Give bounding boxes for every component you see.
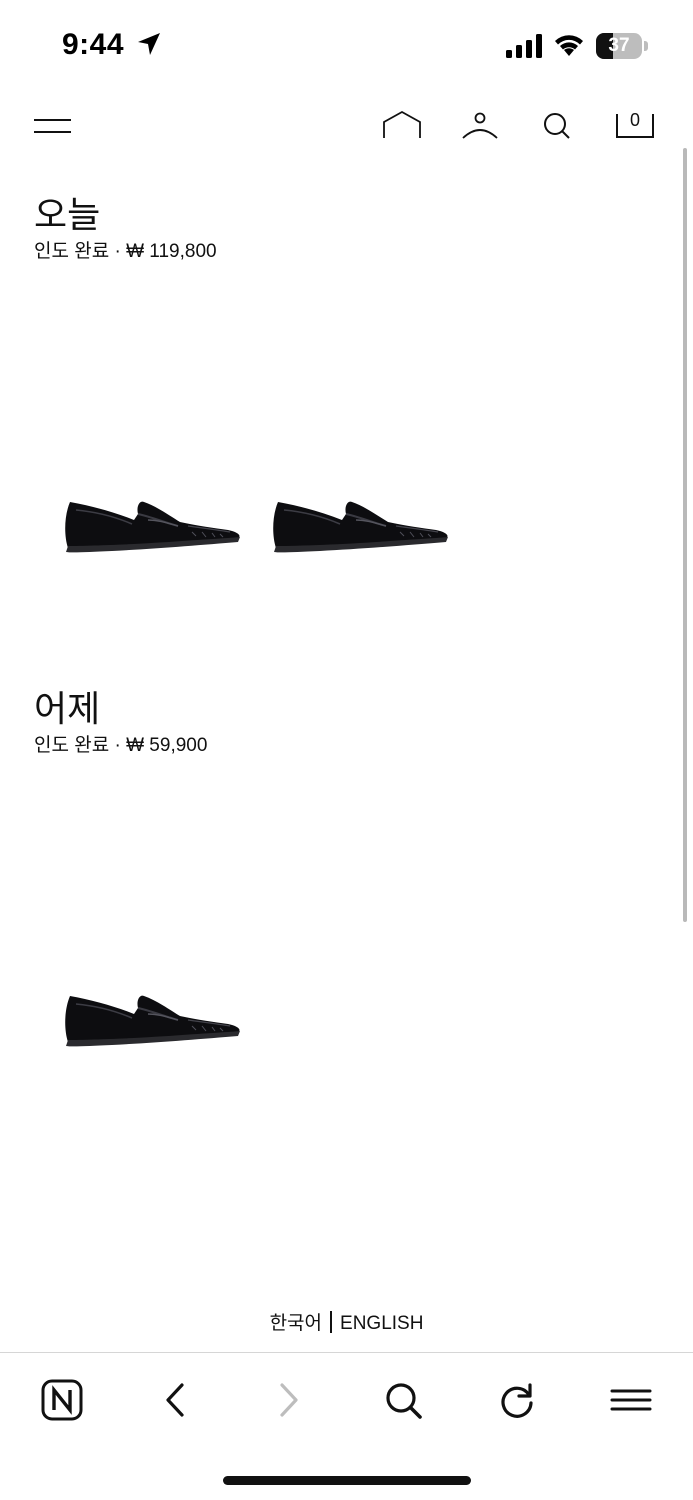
home-icon [383,110,421,138]
language-korean-link[interactable]: 한국어 [270,1313,322,1334]
language-switch: 한국어 ENGLISH [0,1308,693,1335]
search-icon [544,113,570,139]
browser-search-button[interactable] [380,1377,426,1423]
cart-button[interactable]: 0 [616,108,656,140]
status-bar: 9:44 37 [0,0,693,92]
order-status: 인도 완료 [34,241,110,262]
scrollbar-thumb[interactable] [683,148,687,922]
naver-home-button[interactable] [39,1377,85,1423]
language-divider [330,1311,333,1333]
order-meta: 인도 완료 · ₩ 59,900 [34,734,654,758]
back-arrow-icon [166,1383,184,1417]
home-button[interactable] [382,110,422,140]
forward-button[interactable] [266,1377,312,1423]
product-thumbnail-loafer[interactable] [260,476,456,556]
order-date-title: 어제 [34,688,101,729]
order-date-title: 오늘 [34,194,101,235]
order-price: ₩ 59,900 [126,735,208,756]
language-english-link[interactable]: ENGLISH [340,1313,423,1334]
home-indicator [223,1476,471,1485]
order-status: 인도 완료 [34,735,110,756]
browser-menu-button[interactable] [608,1377,654,1423]
battery-icon: 37 [596,33,648,59]
order-group-today: 오늘 인도 완료 · ₩ 119,800 [34,194,654,264]
wifi-icon [555,35,583,56]
account-icon [462,112,498,139]
location-arrow-icon [138,33,160,55]
forward-arrow-icon [280,1383,298,1417]
meta-separator: · [114,735,121,756]
meta-separator: · [114,241,121,262]
browser-toolbar [0,1352,693,1452]
product-thumbnail-loafer[interactable] [52,970,248,1050]
reload-button[interactable] [494,1377,540,1423]
back-button[interactable] [152,1377,198,1423]
naver-n-icon [41,1379,83,1421]
product-thumbnail-loafer[interactable] [52,476,248,556]
hamburger-menu-icon [34,119,71,133]
search-button[interactable] [540,110,574,142]
order-meta: 인도 완료 · ₩ 119,800 [34,240,654,264]
reload-icon [501,1383,533,1418]
account-button[interactable] [460,110,500,142]
cellular-signal-icon [506,34,542,58]
status-time: 9:44 [62,28,125,61]
site-header: 0 [0,100,693,152]
menu-icon [610,1389,652,1411]
cart-count: 0 [629,110,640,130]
battery-percent: 37 [608,35,630,56]
order-group-yesterday: 어제 인도 완료 · ₩ 59,900 [34,688,654,758]
search-icon [386,1383,422,1419]
order-price: ₩ 119,800 [126,241,217,262]
menu-button[interactable] [34,114,72,138]
